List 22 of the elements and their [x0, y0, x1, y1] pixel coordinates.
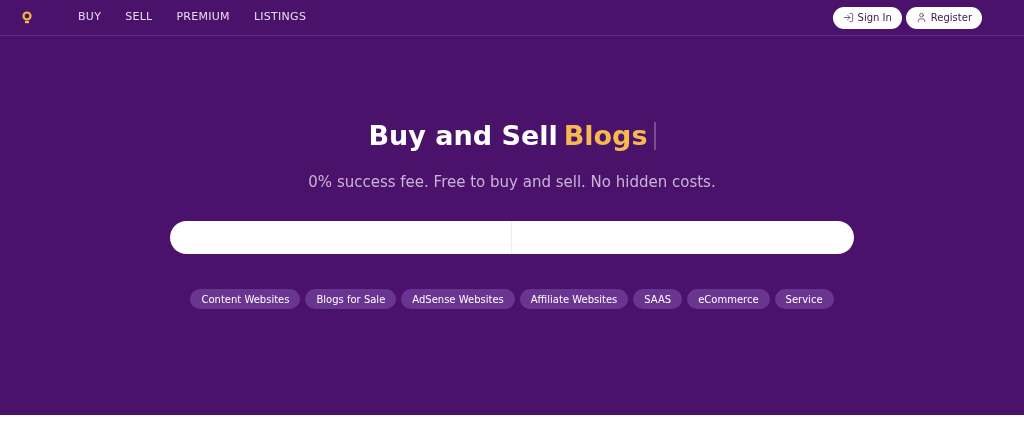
category-tag[interactable]: Content Websites [190, 289, 301, 309]
category-tag[interactable]: Service [774, 289, 834, 309]
sign-in-icon [842, 12, 854, 23]
user-icon [915, 12, 927, 23]
hero-title: Buy and Sell [368, 119, 558, 153]
register-button[interactable]: Register [905, 6, 982, 29]
nav-link[interactable]: LISTINGS [253, 9, 307, 26]
nav-link[interactable]: BUY [78, 9, 102, 26]
logo-icon[interactable] [22, 11, 32, 24]
category-tag[interactable]: Affiliate Websites [519, 289, 629, 309]
nav-link[interactable]: PREMIUM [176, 9, 230, 26]
category-tag[interactable]: eCommerce [687, 289, 770, 309]
category-tag[interactable]: AdSense Websites [401, 289, 515, 309]
category-tag[interactable]: SAAS [633, 289, 683, 309]
hero-highlight: Blogs [563, 119, 648, 153]
text-cursor [653, 122, 656, 151]
search-field[interactable] [512, 221, 854, 254]
nav-link[interactable]: SELL [125, 9, 153, 26]
search-field[interactable] [170, 221, 512, 254]
sign-in-button[interactable]: Sign In [832, 6, 902, 29]
hero-subtitle: 0% success fee. Free to buy and sell. No hidden costs. [308, 171, 716, 193]
category-tag[interactable]: Blogs for Sale [305, 289, 397, 309]
